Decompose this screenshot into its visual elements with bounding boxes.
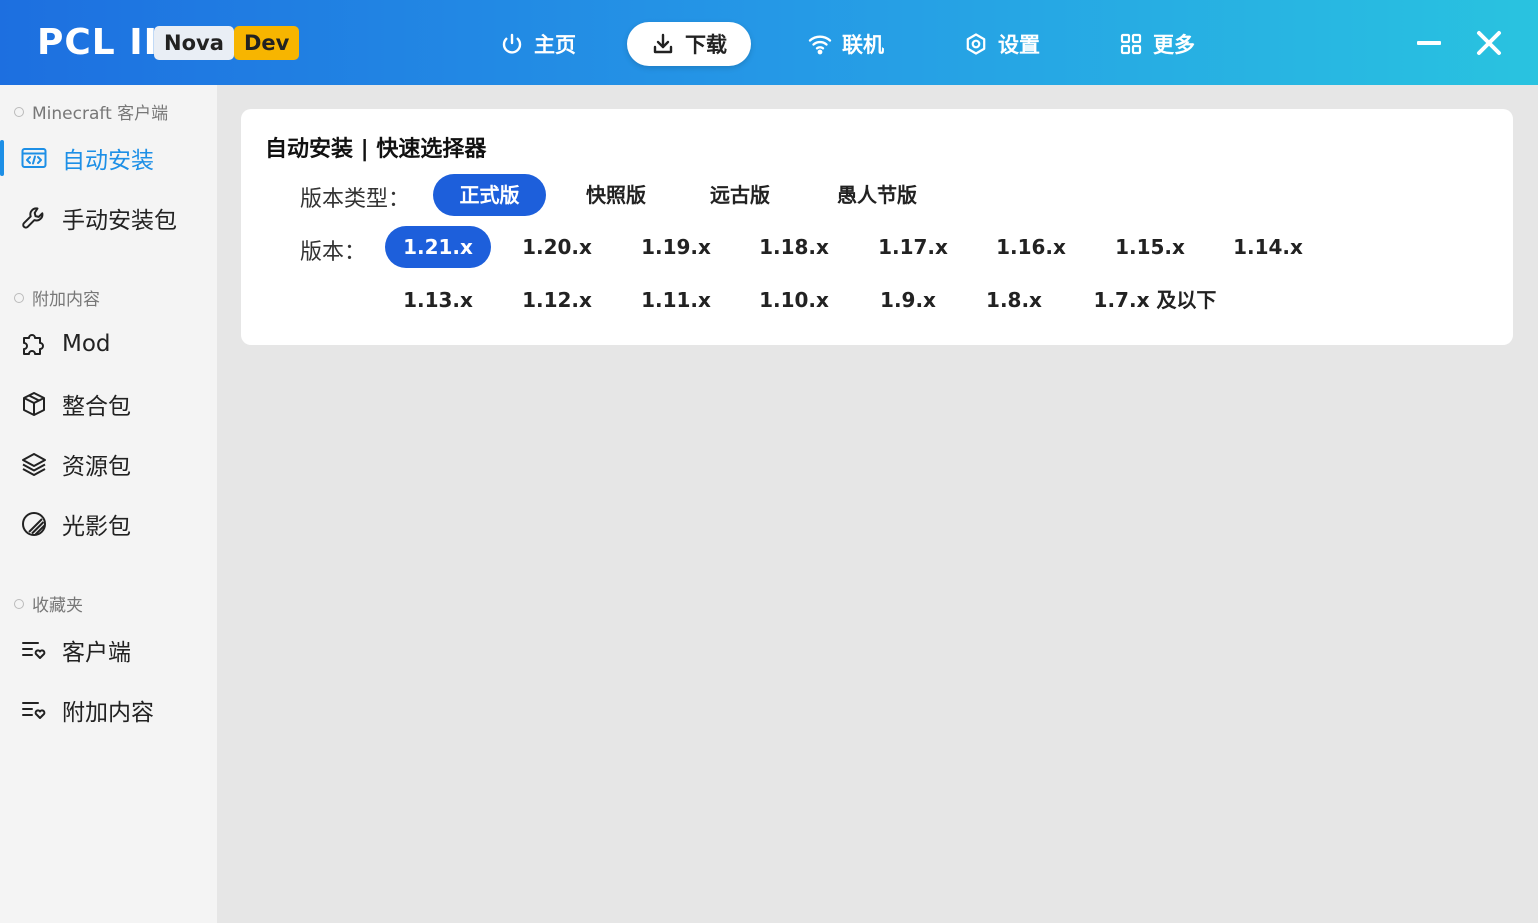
- sidebar: Minecraft 客户端 自动安装 手动安装包 附加内容 Mod 整合包 资源…: [0, 85, 217, 923]
- sidebar-item-label: 自动安装: [62, 148, 154, 174]
- shader-icon: [22, 512, 46, 536]
- sidebar-item-label: 资源包: [62, 454, 131, 480]
- close-icon: [1477, 31, 1501, 55]
- sidebar-item-fav-client[interactable]: 客户端: [0, 624, 217, 676]
- version-label: 版本：: [300, 240, 367, 265]
- dev-badge: Dev: [234, 26, 300, 60]
- nav-settings[interactable]: 设置: [964, 22, 1040, 66]
- version-chip-1-20[interactable]: 1.20.x: [504, 226, 610, 268]
- nav-home[interactable]: 主页: [500, 22, 576, 66]
- nav-more-label: 更多: [1153, 33, 1195, 57]
- nav-settings-label: 设置: [998, 33, 1040, 57]
- layers-icon: [22, 453, 46, 476]
- version-chip-1-9[interactable]: 1.9.x: [865, 279, 951, 321]
- type-chip-snapshot[interactable]: 快照版: [564, 174, 668, 216]
- wifi-icon: [808, 35, 832, 55]
- version-chip-1-8[interactable]: 1.8.x: [971, 279, 1057, 321]
- minimize-icon: [1417, 41, 1441, 45]
- close-button[interactable]: [1472, 26, 1506, 60]
- favorite-list-icon: [22, 642, 46, 659]
- type-chip-old[interactable]: 远古版: [688, 174, 792, 216]
- version-chip-1-17[interactable]: 1.17.x: [860, 226, 966, 268]
- version-chip-1-19[interactable]: 1.19.x: [623, 226, 729, 268]
- nav-download[interactable]: 下载: [627, 22, 751, 66]
- version-chip-1-7-and-below[interactable]: 1.7.x 及以下: [1087, 279, 1223, 321]
- sidebar-item-fav-addons[interactable]: 附加内容: [0, 684, 217, 736]
- gear-icon: [966, 33, 986, 55]
- type-chip-release[interactable]: 正式版: [433, 174, 546, 216]
- box-icon: [23, 392, 45, 416]
- sidebar-item-label: 整合包: [62, 394, 131, 420]
- sidebar-item-modpack[interactable]: 整合包: [0, 378, 217, 430]
- version-chip-1-13[interactable]: 1.13.x: [385, 279, 491, 321]
- version-chip-1-16[interactable]: 1.16.x: [978, 226, 1084, 268]
- sidebar-item-label: 附加内容: [62, 700, 154, 726]
- sidebar-item-label: 客户端: [62, 640, 131, 666]
- section-header-favorites: 收藏夹: [14, 591, 83, 616]
- puzzle-icon: [23, 334, 44, 355]
- quick-selector-card: 自动安装 | 快速选择器 版本类型： 正式版 快照版 远古版 愚人节版 版本： …: [241, 109, 1513, 345]
- title-bar: PCL II Nova Dev 主页 下载 联机 设置 更多: [0, 0, 1538, 85]
- section-dot-icon: [14, 292, 24, 303]
- version-type-label: 版本类型：: [300, 187, 411, 212]
- app-logo: PCL II: [37, 22, 159, 63]
- section-header-addons: 附加内容: [14, 285, 100, 310]
- nav-download-label: 下载: [685, 33, 727, 57]
- section-header-client: Minecraft 客户端: [14, 99, 168, 124]
- nav-multiplayer-label: 联机: [842, 33, 884, 57]
- download-icon: [653, 33, 673, 54]
- sidebar-item-label: Mod: [62, 331, 111, 357]
- type-chip-april-fools[interactable]: 愚人节版: [812, 174, 942, 216]
- version-chip-1-12[interactable]: 1.12.x: [504, 279, 610, 321]
- code-window-icon: [21, 148, 47, 168]
- sidebar-item-mod[interactable]: Mod: [0, 318, 217, 370]
- section-dot-icon: [14, 106, 24, 117]
- nova-badge: Nova: [154, 26, 234, 60]
- sidebar-item-label: 光影包: [62, 514, 131, 540]
- sidebar-item-resourcepack[interactable]: 资源包: [0, 438, 217, 490]
- card-title: 自动安装 | 快速选择器: [265, 137, 487, 162]
- version-chip-1-15[interactable]: 1.15.x: [1097, 226, 1203, 268]
- wrench-icon: [22, 207, 44, 229]
- power-icon: [502, 33, 522, 54]
- favorite-list-icon: [22, 702, 46, 719]
- nav-multiplayer[interactable]: 联机: [808, 22, 884, 66]
- version-chip-1-10[interactable]: 1.10.x: [741, 279, 847, 321]
- sidebar-item-shaderpack[interactable]: 光影包: [0, 498, 217, 550]
- version-chip-1-18[interactable]: 1.18.x: [741, 226, 847, 268]
- sidebar-item-manual-install[interactable]: 手动安装包: [0, 192, 217, 244]
- version-chip-1-14[interactable]: 1.14.x: [1215, 226, 1321, 268]
- grid-icon: [1120, 33, 1142, 55]
- section-dot-icon: [14, 598, 24, 609]
- nav-home-label: 主页: [534, 33, 576, 57]
- sidebar-item-auto-install[interactable]: 自动安装: [0, 132, 217, 184]
- version-chip-1-11[interactable]: 1.11.x: [623, 279, 729, 321]
- sidebar-item-label: 手动安装包: [62, 208, 177, 234]
- version-chip-1-21[interactable]: 1.21.x: [385, 226, 491, 268]
- minimize-button[interactable]: [1412, 26, 1446, 60]
- nav-more[interactable]: 更多: [1119, 22, 1195, 66]
